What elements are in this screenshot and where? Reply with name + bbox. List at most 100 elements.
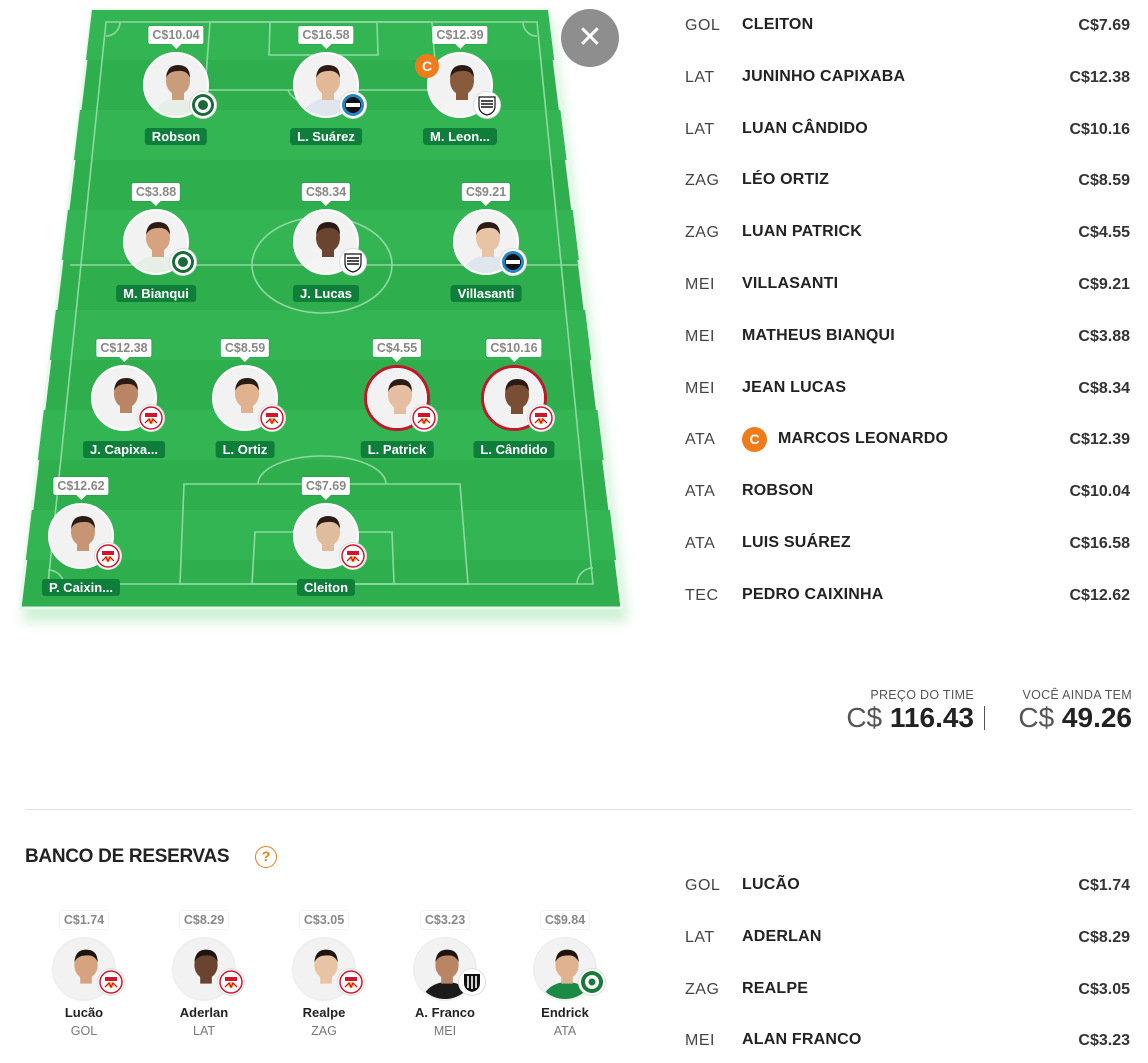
player-full-name: CLEITON (742, 16, 814, 33)
squad-list-row[interactable]: MEI MATHEUS BIANQUI C$3.88 (684, 311, 1130, 363)
player-name: L. Patrick (360, 441, 434, 458)
bench-player[interactable]: C$3.05 Realpe ZAG (269, 911, 379, 1051)
squad-list-row[interactable]: LAT JUNINHO CAPIXABA C$12.38 (684, 52, 1130, 104)
bench-player[interactable]: C$8.29 Aderlan LAT (149, 911, 259, 1051)
bench-player[interactable]: C$1.74 Lucão GOL (29, 911, 139, 1051)
player-price: C$7.69 (1078, 17, 1130, 34)
squad-list-row[interactable]: ATA ROBSON C$10.04 (684, 466, 1130, 518)
field-player[interactable]: C$4.55 L. Patrick (341, 339, 453, 463)
player-price: C$1.74 (1078, 877, 1130, 894)
field-player[interactable]: C$10.04 Robson (120, 26, 232, 150)
team-price-currency: C$ (846, 702, 883, 733)
bench-list-row[interactable]: MEI ALAN FRANCO C$3.23 (684, 1015, 1130, 1063)
field-player[interactable]: C$10.16 L. Cândido (458, 339, 570, 463)
player-price: C$16.58 (298, 26, 354, 49)
team-price-label: PREÇO DO TIME (870, 688, 974, 702)
player-full-name: LÉO ORTIZ (742, 171, 830, 189)
bench-list-row[interactable]: ZAG REALPE C$3.05 (684, 964, 1130, 1016)
player-name: Lucão (64, 1005, 104, 1020)
player-name: L. Suárez (290, 128, 362, 145)
player-full-name: LUIS SUÁREZ (742, 534, 851, 551)
player-full-name: LUAN PATRICK (742, 223, 863, 241)
player-price: C$8.34 (301, 183, 351, 206)
field-player[interactable]: C$7.69 Cleiton (270, 477, 382, 601)
player-name: Villasanti (450, 285, 522, 302)
player-full-name: ROBSON (742, 482, 814, 500)
field-player[interactable]: C$12.39 C M. Leon... (404, 26, 516, 150)
player-price: C$12.62 (53, 477, 109, 500)
player-position: MEI (685, 327, 715, 345)
squad-list-row[interactable]: GOL CLEITON C$7.69 (684, 0, 1130, 52)
coritiba-crest-icon (170, 249, 196, 275)
player-price: C$8.59 (1078, 172, 1130, 190)
bragantino-crest-icon (138, 405, 164, 431)
field-player[interactable]: C$9.21 Villasanti (430, 183, 542, 307)
player-position: ZAG (685, 224, 720, 242)
player-name: L. Ortiz (215, 441, 275, 458)
close-button[interactable]: ✕ (561, 9, 619, 67)
player-name: J. Lucas (292, 285, 360, 302)
help-icon[interactable]: ? (255, 846, 277, 868)
totals-divider (984, 706, 985, 730)
field-player[interactable]: C$12.62 P. Caixin... (25, 477, 137, 601)
bench-list-row[interactable]: LAT ADERLAN C$8.29 (684, 912, 1130, 964)
remaining-value-wrap: C$ 49.26 (1018, 702, 1132, 734)
field-player[interactable]: C$8.59 L. Ortiz (189, 339, 301, 463)
player-position: ZAG (685, 980, 720, 998)
team-totals: PREÇO DO TIME C$ 116.43 VOCÊ AINDA TEM C… (812, 688, 1132, 744)
squad-list-row[interactable]: ATA C MARCOS LEONARDO C$12.39 (684, 414, 1130, 466)
player-name: Endrick (541, 1005, 589, 1020)
close-icon: ✕ (577, 20, 603, 55)
player-full-name: ALAN FRANCO (742, 1031, 862, 1049)
squad-list-row[interactable]: TEC PEDRO CAIXINHA C$12.62 (684, 570, 1130, 622)
player-price: C$7.69 (301, 477, 351, 500)
palmeiras-crest-icon (579, 969, 605, 995)
player-name: L. Cândido (473, 441, 555, 458)
remaining-currency: C$ (1018, 702, 1055, 733)
player-name: M. Bianqui (116, 285, 196, 302)
player-price: C$8.29 (179, 911, 229, 934)
bragantino-crest-icon (259, 405, 285, 431)
bragantino-crest-icon (340, 543, 366, 569)
player-price: C$12.62 (1069, 586, 1131, 604)
bench-player[interactable]: C$9.84 Endrick ATA (510, 911, 620, 1051)
section-divider (25, 809, 1132, 810)
player-price: C$12.38 (1069, 68, 1131, 86)
player-position: ZAG (685, 172, 720, 190)
bragantino-crest-icon (338, 969, 364, 995)
field-player[interactable]: C$8.34 J. Lucas (270, 183, 382, 307)
gremio-crest-icon (500, 249, 526, 275)
bragantino-crest-icon (411, 405, 437, 431)
field-player[interactable]: C$16.58 L. Suárez (270, 26, 382, 150)
player-name: A. Franco (415, 1005, 475, 1020)
captain-badge-icon: C (415, 54, 439, 78)
squad-list-row[interactable]: MEI JEAN LUCAS C$8.34 (684, 363, 1130, 415)
squad-list-row[interactable]: ATA LUIS SUÁREZ C$16.58 (684, 518, 1130, 570)
squad-list-row[interactable]: MEI VILLASANTI C$9.21 (684, 259, 1130, 311)
bench-list-row[interactable]: GOL LUCÃO C$1.74 (684, 860, 1130, 912)
squad-list-row[interactable]: LAT LUAN CÂNDIDO C$10.16 (684, 104, 1130, 156)
remaining-budget: VOCÊ AINDA TEM C$ 49.26 (1018, 688, 1132, 734)
player-full-name: LUAN CÂNDIDO (742, 119, 868, 137)
bench-player[interactable]: C$3.23 A. Franco MEI (390, 911, 500, 1051)
team-price-value: 116.43 (889, 702, 974, 733)
field-player[interactable]: C$12.38 J. Capixa... (68, 339, 180, 463)
player-position: MEI (685, 379, 715, 397)
santos-crest-icon (340, 249, 366, 275)
player-price: C$10.16 (486, 339, 542, 362)
player-position: MEI (433, 1024, 457, 1038)
player-position: GOL (70, 1024, 98, 1038)
player-name: Aderlan (179, 1005, 229, 1020)
player-full-name: MARCOS LEONARDO (778, 430, 949, 448)
remaining-value: 49.26 (1061, 702, 1132, 733)
player-position: LAT (685, 928, 715, 946)
field-player[interactable]: C$3.88 M. Bianqui (100, 183, 212, 307)
player-position: MEI (685, 1032, 715, 1050)
player-price: C$1.74 (59, 911, 109, 934)
bragantino-crest-icon (218, 969, 244, 995)
squad-list-row[interactable]: ZAG LÉO ORTIZ C$8.59 (684, 155, 1130, 207)
squad-list-row[interactable]: ZAG LUAN PATRICK C$4.55 (684, 207, 1130, 259)
player-full-name: REALPE (742, 979, 809, 997)
atletico-mg-crest-icon (459, 969, 485, 995)
player-price: C$8.34 (1078, 379, 1130, 397)
